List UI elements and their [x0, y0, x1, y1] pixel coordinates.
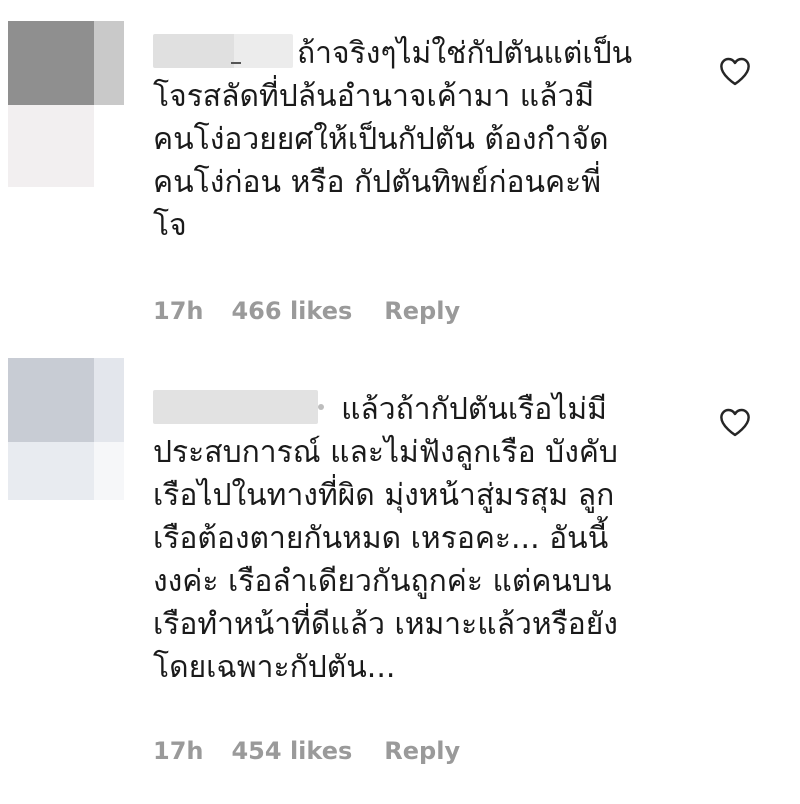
comment-text-line: เรือทำหน้าที่ดีแล้ว เหมาะแล้วหรือยัง	[153, 607, 618, 642]
avatar[interactable]	[8, 21, 124, 187]
username-redacted[interactable]	[153, 33, 293, 68]
likes-count[interactable]: 466 likes	[231, 297, 352, 325]
comment-text-line: ประสบการณ์ และไม่ฟังลูกเรือ บังคับ	[153, 435, 618, 470]
comment-text-line: เรือต้องตายกันหมด เหรอคะ... อันนี้	[153, 521, 609, 556]
comment-meta: 17h 454 likes Reply	[153, 733, 460, 769]
comment-timestamp: 17h	[153, 737, 204, 765]
comment-item: ถ้าจริงๆไม่ใช่กัปตันแต่เป็น โจรสลัดที่ปล…	[0, 0, 800, 345]
comment-item: แล้วถ้ากัปตันเรือไม่มี ประสบการณ์ และไม่…	[0, 345, 800, 804]
comment-text-line: โจ	[153, 208, 187, 243]
comment-text-line: โจรสลัดที่ปล้นอำนาจเค้ามา แล้วมี	[153, 79, 595, 114]
heart-outline-icon[interactable]	[718, 407, 752, 437]
comment-text-line: ถ้าจริงๆไม่ใช่กัปตันแต่เป็น	[297, 36, 633, 71]
comment-timestamp: 17h	[153, 297, 204, 325]
comments-panel: ถ้าจริงๆไม่ใช่กัปตันแต่เป็น โจรสลัดที่ปล…	[0, 0, 800, 804]
username-redacted[interactable]	[153, 389, 324, 424]
reply-button[interactable]: Reply	[384, 297, 460, 325]
comment-meta: 17h 466 likes Reply	[153, 293, 460, 329]
heart-outline-icon[interactable]	[718, 56, 752, 86]
comment-body: แล้วถ้ากัปตันเรือไม่มี ประสบการณ์ และไม่…	[153, 388, 693, 689]
comment-text-line: คนโง่อวยยศให้เป็นกัปตัน ต้องกำจัด	[153, 122, 609, 157]
likes-count[interactable]: 454 likes	[231, 737, 352, 765]
comment-text-line: โดยเฉพาะกัปตัน...	[153, 650, 396, 685]
comment-text-line: แล้วถ้ากัปตันเรือไม่มี	[341, 392, 607, 427]
avatar[interactable]	[8, 358, 124, 524]
reply-button[interactable]: Reply	[384, 737, 460, 765]
comment-text-line: คนโง่ก่อน หรือ กัปตันทิพย์ก่อนคะพี่	[153, 165, 601, 200]
comment-text-line: งงค่ะ เรือลำเดียวกันถูกค่ะ แต่คนบน	[153, 564, 612, 599]
comment-body: ถ้าจริงๆไม่ใช่กัปตันแต่เป็น โจรสลัดที่ปล…	[153, 32, 693, 247]
comment-text-line: เรือไปในทางที่ผิด มุ่งหน้าสู่มรสุม ลูก	[153, 478, 615, 513]
